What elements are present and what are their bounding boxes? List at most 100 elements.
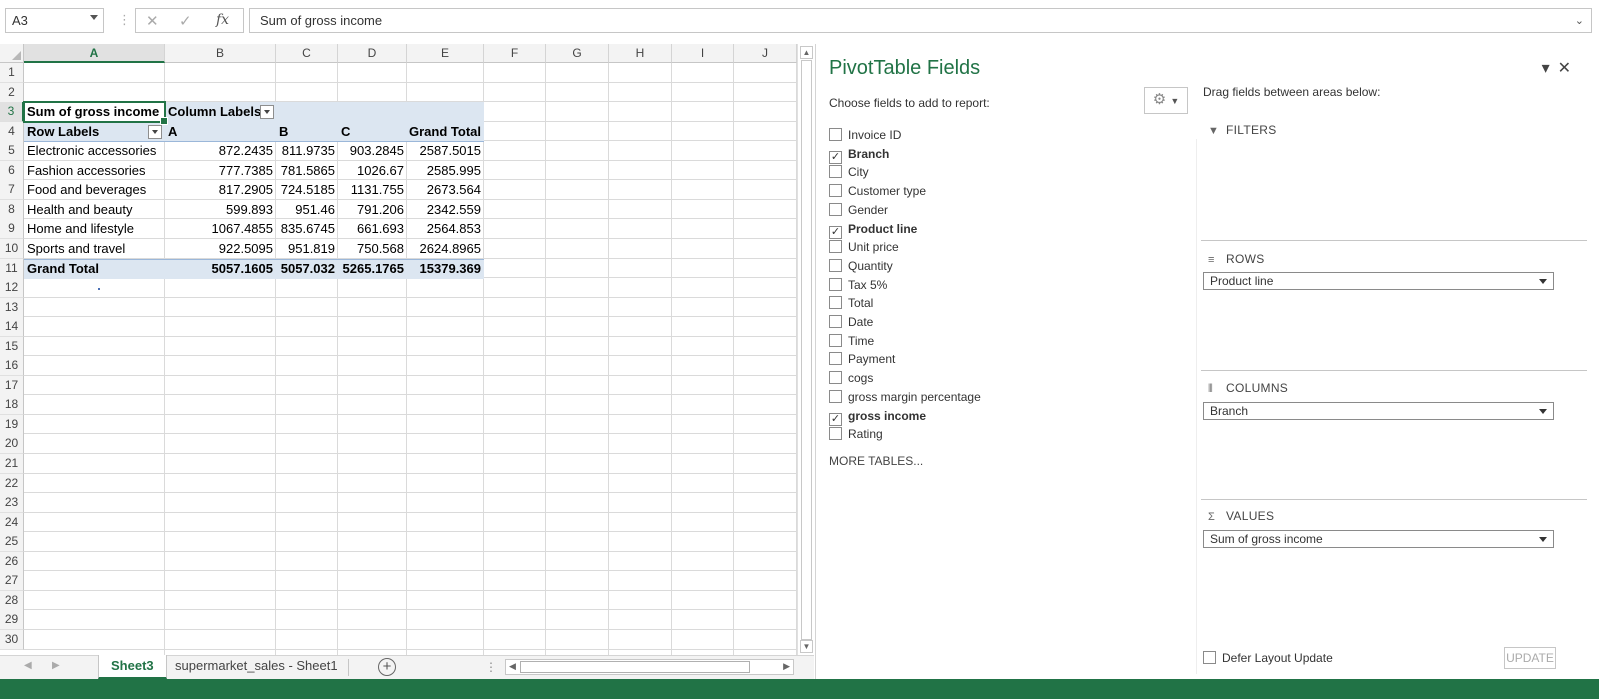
rows-field-product-line[interactable]: Product line <box>1203 272 1554 290</box>
formula-input[interactable]: Sum of gross income ⌄ <box>249 8 1592 33</box>
row-header-10[interactable]: 10 <box>0 239 24 259</box>
pivot-cell-b[interactable]: 951.819 <box>276 239 338 259</box>
pivot-cell-c[interactable]: 791.206 <box>338 200 407 220</box>
pivot-col-header-b[interactable]: B <box>276 122 338 142</box>
row-header-19[interactable]: 19 <box>0 415 24 435</box>
pivot-cell-b[interactable]: 835.6745 <box>276 219 338 239</box>
pivot-cell-total[interactable]: 2587.5015 <box>407 141 484 161</box>
field-payment[interactable]: Payment <box>829 351 895 369</box>
drag-handle-icon[interactable]: ⋮ <box>118 12 131 28</box>
field-gross-margin-percentage[interactable]: gross margin percentage <box>829 389 981 407</box>
pivot-cell-b[interactable]: 811.9735 <box>276 141 338 161</box>
sheet-tab-supermarket-sales[interactable]: supermarket_sales - Sheet1 <box>163 655 350 679</box>
enter-icon[interactable]: ✓ <box>179 12 192 30</box>
field-gender[interactable]: Gender <box>829 202 888 220</box>
pivot-cell-label[interactable]: Home and lifestyle <box>24 219 165 239</box>
pivot-cell-a[interactable]: 922.5095 <box>165 239 276 259</box>
field-checkbox[interactable] <box>829 352 842 366</box>
field-branch[interactable]: ✓ Branch <box>829 146 889 164</box>
field-checkbox[interactable] <box>829 165 842 179</box>
field-checkbox[interactable] <box>829 258 842 272</box>
filters-area[interactable]: ▼ FILTERS <box>1201 114 1587 239</box>
field-quantity[interactable]: Quantity <box>829 258 893 276</box>
column-header-h[interactable]: H <box>609 44 672 63</box>
values-area[interactable]: Σ VALUES <box>1201 503 1587 628</box>
next-sheet-icon[interactable]: ▶ <box>52 660 60 671</box>
active-cell-selection[interactable] <box>23 101 168 125</box>
pivot-col-header-c[interactable]: C <box>338 122 407 142</box>
values-field-sum-gross-income[interactable]: Sum of gross income <box>1203 530 1554 548</box>
row-header-17[interactable]: 17 <box>0 376 24 396</box>
worksheet-grid[interactable]: ABCDEFGHIJ 1 2 3 4 5 6 7 8 9 10 11 12 13 14 15 16 17 18 19… <box>0 44 797 662</box>
field-time[interactable]: Time <box>829 333 874 351</box>
row-header-5[interactable]: 5 <box>0 141 24 161</box>
field-checkbox[interactable] <box>829 371 842 385</box>
row-header-28[interactable]: 28 <box>0 591 24 611</box>
column-header-b[interactable]: B <box>165 44 276 63</box>
row-header-18[interactable]: 18 <box>0 395 24 415</box>
row-header-16[interactable]: 16 <box>0 356 24 376</box>
rows-area[interactable]: ≡ ROWS <box>1201 244 1587 369</box>
horizontal-scrollbar[interactable]: ◀ ▶ <box>505 659 794 675</box>
field-checkbox[interactable] <box>829 296 842 310</box>
pivot-cell-a[interactable]: 1067.4855 <box>165 219 276 239</box>
row-header-24[interactable]: 24 <box>0 513 24 533</box>
row-header-29[interactable]: 29 <box>0 610 24 630</box>
pivot-cell-c[interactable]: 1026.67 <box>338 161 407 181</box>
field-customer-type[interactable]: Customer type <box>829 183 926 201</box>
pivot-cell-total[interactable]: 2342.559 <box>407 200 484 220</box>
pivot-cell-total[interactable]: 2624.8965 <box>407 239 484 259</box>
tab-split-handle-icon[interactable]: ⋮ <box>485 660 497 674</box>
pivot-cell-label[interactable]: Fashion accessories <box>24 161 165 181</box>
scroll-up-icon[interactable]: ▲ <box>800 46 813 59</box>
row-header-3[interactable]: 3 <box>0 102 24 122</box>
field-rating[interactable]: Rating <box>829 426 883 444</box>
row-header-7[interactable]: 7 <box>0 180 24 200</box>
columns-field-branch[interactable]: Branch <box>1203 402 1554 420</box>
close-icon[interactable]: ✕ <box>1558 60 1571 77</box>
pivot-cell-label[interactable]: Electronic accessories <box>24 141 165 161</box>
pivot-row-labels[interactable]: Row Labels <box>24 122 144 142</box>
row-header-4[interactable]: 4 <box>0 122 24 142</box>
field-city[interactable]: City <box>829 164 869 182</box>
pivot-cell-b[interactable]: 724.5185 <box>276 180 338 200</box>
pivot-grand-total-a[interactable]: 5057.1605 <box>165 259 276 279</box>
pivot-cell-a[interactable]: 777.7385 <box>165 161 276 181</box>
field-checkbox[interactable] <box>829 128 842 141</box>
column-header-f[interactable]: F <box>484 44 546 63</box>
row-header-2[interactable]: 2 <box>0 83 24 103</box>
row-header-30[interactable]: 30 <box>0 630 24 650</box>
scroll-thumb-horizontal[interactable] <box>520 661 750 673</box>
field-invoice-id[interactable]: Invoice ID <box>829 127 901 145</box>
pivot-cell-a[interactable]: 817.2905 <box>165 180 276 200</box>
add-sheet-icon[interactable]: + <box>378 658 396 676</box>
row-header-13[interactable]: 13 <box>0 298 24 318</box>
row-header-8[interactable]: 8 <box>0 200 24 220</box>
pivot-cell-label[interactable]: Health and beauty <box>24 200 165 220</box>
row-header-26[interactable]: 26 <box>0 552 24 572</box>
field-unit-price[interactable]: Unit price <box>829 239 899 257</box>
cancel-icon[interactable]: ✕ <box>146 12 159 30</box>
column-header-e[interactable]: E <box>407 44 484 63</box>
more-tables-link[interactable]: MORE TABLES... <box>829 454 923 468</box>
pivot-cell-label[interactable]: Food and beverages <box>24 180 165 200</box>
column-header-d[interactable]: D <box>338 44 407 63</box>
pivot-cell-total[interactable]: 2564.853 <box>407 219 484 239</box>
pivot-cell-c[interactable]: 661.693 <box>338 219 407 239</box>
column-labels-filter-button[interactable] <box>260 105 274 119</box>
field-tax-5-[interactable]: Tax 5% <box>829 277 887 295</box>
pivot-grand-total-b[interactable]: 5057.032 <box>276 259 338 279</box>
pivot-cell-a[interactable]: 599.893 <box>165 200 276 220</box>
prev-sheet-icon[interactable]: ◀ <box>24 660 32 671</box>
field-checkbox[interactable]: ✓ <box>829 225 842 239</box>
pane-options-icon[interactable]: ▾ <box>1542 60 1550 77</box>
pivot-grand-total-label[interactable]: Grand Total <box>24 259 165 279</box>
field-checkbox[interactable] <box>829 315 842 328</box>
select-all-corner[interactable] <box>0 44 24 63</box>
field-cogs[interactable]: cogs <box>829 370 873 388</box>
field-product-line[interactable]: ✓ Product line <box>829 221 917 239</box>
pivot-cell-c[interactable]: 903.2845 <box>338 141 407 161</box>
scroll-thumb[interactable] <box>801 60 812 640</box>
column-header-j[interactable]: J <box>734 44 797 63</box>
row-header-11[interactable]: 11 <box>0 259 24 279</box>
